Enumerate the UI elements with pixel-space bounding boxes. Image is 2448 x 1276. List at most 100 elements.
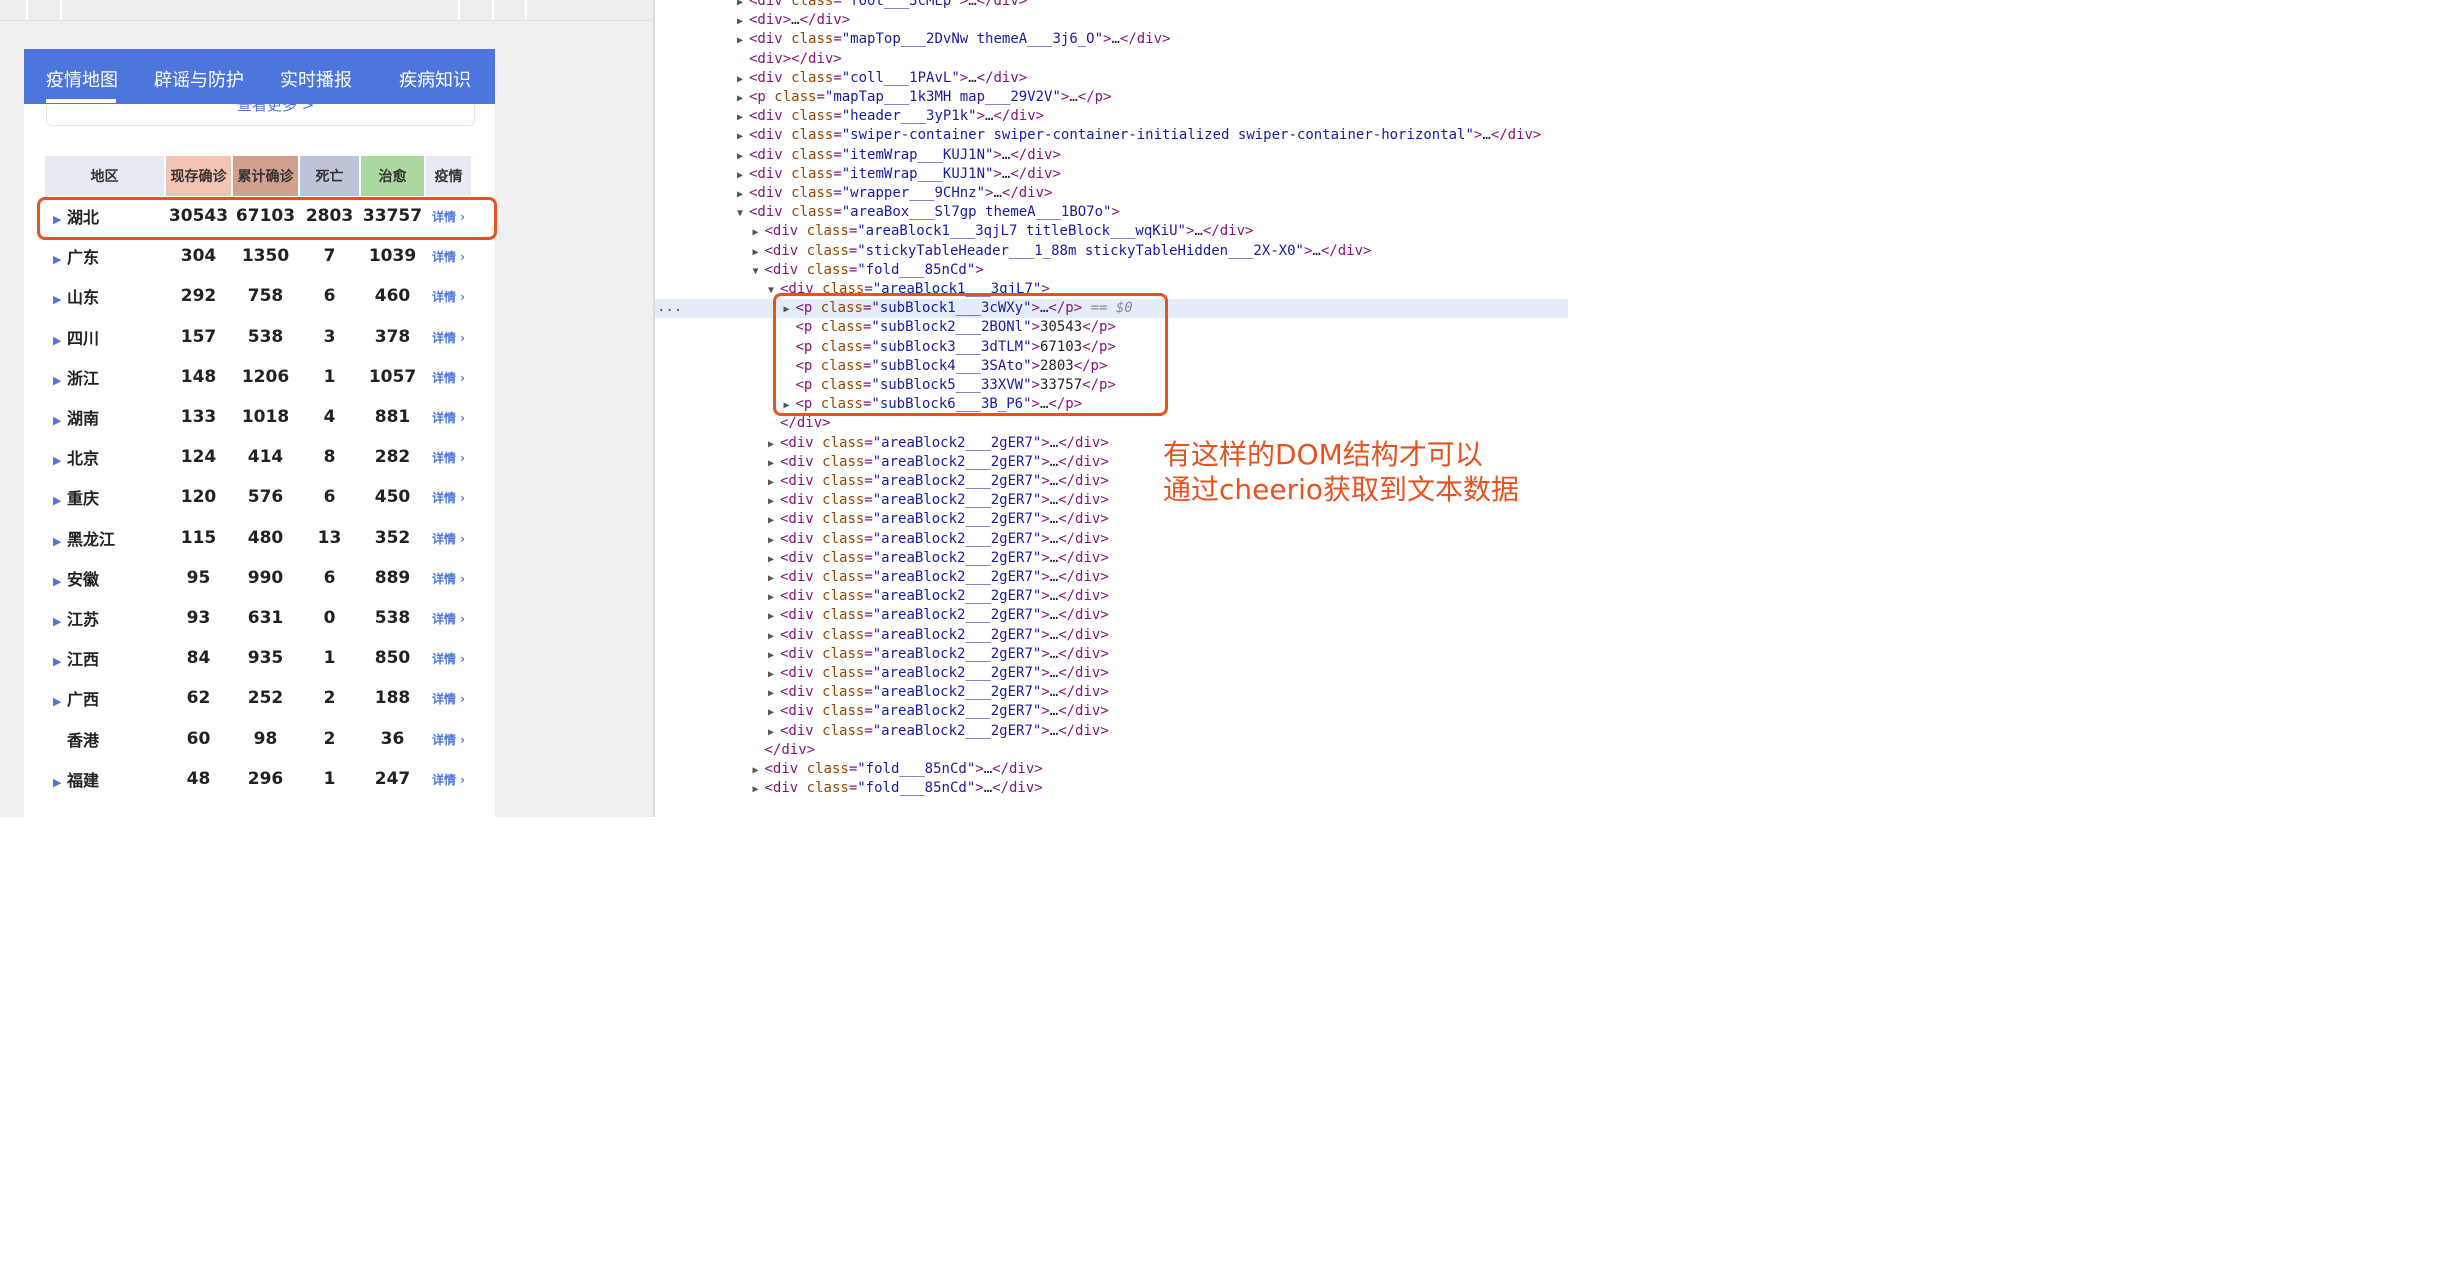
dom-line[interactable]: ▶ <div class="areaBlock2___2gER7">…</div> xyxy=(655,606,1568,625)
expand-triangle-icon[interactable]: ▶ xyxy=(768,435,780,454)
expand-triangle-icon[interactable]: ▶ xyxy=(753,243,765,262)
detail-link[interactable]: 详情 › xyxy=(432,451,465,465)
detail-link[interactable]: 详情 › xyxy=(432,692,465,706)
dom-line[interactable]: </div> xyxy=(655,741,1568,760)
table-row[interactable]: ▶ 江苏 93 631 0 538 详情 › xyxy=(45,598,472,638)
table-row[interactable]: ▶ 浙江 148 1206 1 1057 详情 › xyxy=(45,357,472,397)
tab-disease-knowledge[interactable]: 疾病知识 xyxy=(399,66,471,92)
detail-link[interactable]: 详情 › xyxy=(432,652,465,666)
dom-line[interactable]: ▶ <div class="header___3yP1k">…</div> xyxy=(655,107,1568,126)
dom-line[interactable]: ▶ <div class="areaBlock2___2gER7">…</div> xyxy=(655,722,1568,741)
dom-line[interactable]: ▶ <div class="areaBlock2___2gER7">…</div> xyxy=(655,645,1568,664)
dom-line[interactable]: ▶ <div class="areaBlock1___3qjL7 titleBlo… xyxy=(655,222,1568,241)
expand-triangle-icon[interactable]: ▶ xyxy=(737,147,749,166)
expand-caret-icon[interactable]: ▶ xyxy=(53,293,67,306)
tab-epidemic-map[interactable]: 疫情地图 xyxy=(46,66,118,92)
detail-link[interactable]: 详情 › xyxy=(432,491,465,505)
detail-link[interactable]: 详情 › xyxy=(432,532,465,546)
dom-line[interactable]: ▶ <div class="foot___3cMEp">…</div> xyxy=(655,0,1568,11)
table-row[interactable]: ▶ 四川 157 538 3 378 详情 › xyxy=(45,317,472,357)
expand-triangle-icon[interactable]: ▶ xyxy=(768,569,780,588)
table-row[interactable]: ▶ 湖南 133 1018 4 881 详情 › xyxy=(45,397,472,437)
expand-triangle-icon[interactable]: ▶ xyxy=(768,473,780,492)
expand-caret-icon[interactable]: ▶ xyxy=(53,454,67,467)
table-row[interactable]: ▶ 重庆 120 576 6 450 详情 › xyxy=(45,477,472,517)
expand-triangle-icon[interactable]: ▶ xyxy=(768,627,780,646)
expand-triangle-icon[interactable]: ▶ xyxy=(768,492,780,511)
expand-triangle-icon[interactable]: ▶ xyxy=(768,550,780,569)
table-row[interactable]: 香港 60 98 2 36 详情 › xyxy=(45,718,472,758)
dom-line[interactable]: <div></div> xyxy=(655,50,1568,69)
table-row[interactable]: ▶ 福建 48 296 1 247 详情 › xyxy=(45,759,472,799)
tab-live-report[interactable]: 实时播报 xyxy=(280,66,352,92)
dom-line[interactable]: ▶ <p class="mapTap___1k3MH map___29V2V">…… xyxy=(655,88,1568,107)
expand-triangle-icon[interactable]: ▶ xyxy=(768,665,780,684)
table-row[interactable]: ▶ 山东 292 758 6 460 详情 › xyxy=(45,276,472,316)
dom-line[interactable]: ▶ <div class="fold___85nCd">…</div> xyxy=(655,779,1568,798)
dom-line[interactable]: ▶ <div>…</div> xyxy=(655,11,1568,30)
dom-line[interactable]: ▶ <div class="areaBlock2___2gER7">…</div> xyxy=(655,626,1568,645)
detail-link[interactable]: 详情 › xyxy=(432,612,465,626)
dom-line[interactable]: ▶ <div class="areaBlock2___2gER7">…</div> xyxy=(655,510,1568,529)
expand-triangle-icon[interactable]: ▶ xyxy=(768,646,780,665)
expand-triangle-icon[interactable]: ▶ xyxy=(768,454,780,473)
detail-link[interactable]: 详情 › xyxy=(432,572,465,586)
collapse-triangle-icon[interactable]: ▼ xyxy=(737,204,749,223)
dom-line[interactable]: ▶ <div class="areaBlock2___2gER7">…</div> xyxy=(655,549,1568,568)
table-row[interactable]: ▶ 安徽 95 990 6 889 详情 › xyxy=(45,558,472,598)
expand-triangle-icon[interactable]: ▶ xyxy=(768,511,780,530)
dom-line[interactable]: ▶ <div class="areaBlock2___2gER7">…</div> xyxy=(655,530,1568,549)
expand-caret-icon[interactable]: ▶ xyxy=(53,334,67,347)
expand-triangle-icon[interactable]: ▶ xyxy=(753,780,765,799)
dom-line[interactable]: ▶ <div class="wrapper___9CHnz">…</div> xyxy=(655,184,1568,203)
dom-line[interactable]: </div> xyxy=(655,414,1568,433)
expand-caret-icon[interactable]: ▶ xyxy=(53,695,67,708)
dom-line[interactable]: ▶ <div class="areaBlock2___2gER7">…</div> xyxy=(655,664,1568,683)
tab-rumor-protection[interactable]: 辟谣与防护 xyxy=(154,66,244,92)
expand-caret-icon[interactable]: ▶ xyxy=(53,535,67,548)
dom-line[interactable]: ▼ <div class="fold___85nCd"> xyxy=(655,261,1568,280)
expand-triangle-icon[interactable]: ▶ xyxy=(737,89,749,108)
table-row[interactable]: ▶ 黑龙江 115 480 13 352 详情 › xyxy=(45,518,472,558)
expand-caret-icon[interactable]: ▶ xyxy=(53,253,67,266)
detail-link[interactable]: 详情 › xyxy=(432,411,465,425)
expand-caret-icon[interactable]: ▶ xyxy=(53,414,67,427)
detail-link[interactable]: 详情 › xyxy=(432,773,465,787)
expand-triangle-icon[interactable]: ▶ xyxy=(753,761,765,780)
dom-line[interactable]: ▶ <div class="areaBlock2___2gER7">…</div> xyxy=(655,587,1568,606)
dom-line[interactable]: ▶ <div class="fold___85nCd">…</div> xyxy=(655,760,1568,779)
expand-triangle-icon[interactable]: ▶ xyxy=(768,723,780,742)
dom-line[interactable]: ▶ <div class="stickyTableHeader___1_88m s… xyxy=(655,242,1568,261)
expand-caret-icon[interactable]: ▶ xyxy=(53,494,67,507)
detail-link[interactable]: 详情 › xyxy=(432,331,465,345)
detail-link[interactable]: 详情 › xyxy=(432,250,465,264)
expand-triangle-icon[interactable]: ▶ xyxy=(737,31,749,50)
expand-caret-icon[interactable]: ▶ xyxy=(53,374,67,387)
expand-triangle-icon[interactable]: ▶ xyxy=(737,185,749,204)
detail-link[interactable]: 详情 › xyxy=(432,733,465,747)
dom-line[interactable]: ▶ <div class="areaBlock2___2gER7">…</div> xyxy=(655,702,1568,721)
expand-triangle-icon[interactable]: ▶ xyxy=(768,588,780,607)
dom-line[interactable]: ▶ <div class="coll___1PAvL">…</div> xyxy=(655,69,1568,88)
expand-triangle-icon[interactable]: ▶ xyxy=(753,223,765,242)
expand-caret-icon[interactable]: ▶ xyxy=(53,615,67,628)
dom-line[interactable]: ▶ <div class="areaBlock2___2gER7">…</div> xyxy=(655,683,1568,702)
expand-triangle-icon[interactable]: ▶ xyxy=(737,166,749,185)
expand-caret-icon[interactable]: ▶ xyxy=(53,575,67,588)
table-row[interactable]: ▶ 江西 84 935 1 850 详情 › xyxy=(45,638,472,678)
expand-triangle-icon[interactable]: ▶ xyxy=(737,12,749,31)
expand-triangle-icon[interactable]: ▶ xyxy=(768,531,780,550)
expand-caret-icon[interactable]: ▶ xyxy=(53,655,67,668)
dom-line[interactable]: ▶ <div class="areaBlock2___2gER7">…</div> xyxy=(655,568,1568,587)
expand-triangle-icon[interactable]: ▶ xyxy=(737,70,749,89)
detail-link[interactable]: 详情 › xyxy=(432,371,465,385)
more-options-icon[interactable]: ... xyxy=(657,299,682,315)
view-more-link[interactable]: 查看更多 > xyxy=(237,94,314,115)
expand-triangle-icon[interactable]: ▶ xyxy=(768,703,780,722)
detail-link[interactable]: 详情 › xyxy=(432,290,465,304)
expand-triangle-icon[interactable]: ▶ xyxy=(737,127,749,146)
table-row[interactable]: ▶ 广西 62 252 2 188 详情 › xyxy=(45,678,472,718)
dom-line[interactable]: ▶ <div class="mapTop___2DvNw themeA___3j6… xyxy=(655,30,1568,49)
expand-caret-icon[interactable]: ▶ xyxy=(53,776,67,789)
dom-line[interactable]: ▼ <div class="areaBox___Sl7gp themeA___1B… xyxy=(655,203,1568,222)
